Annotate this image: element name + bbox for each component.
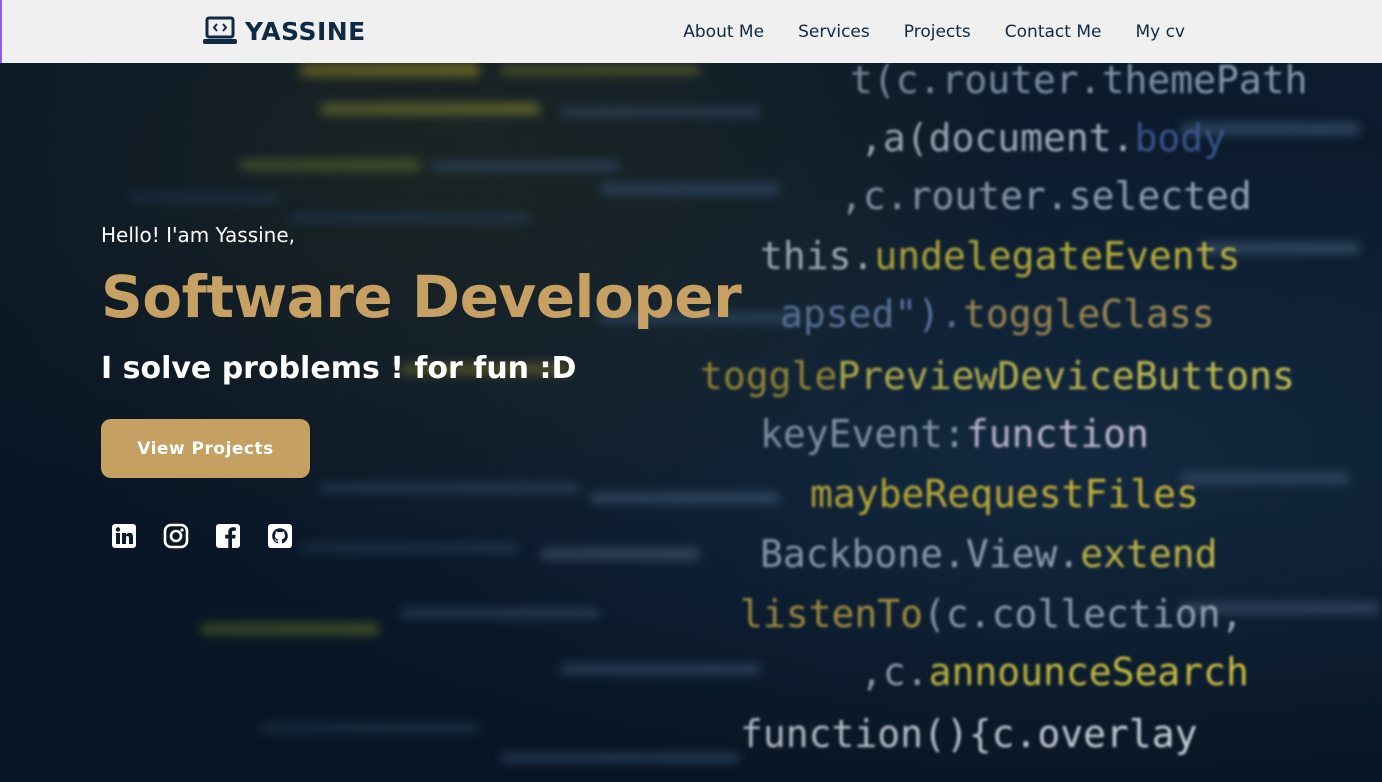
- hero-section: t(c.router.themePath ,a(document.body ,c…: [0, 63, 1382, 782]
- social-links: [111, 523, 293, 549]
- hero-greeting: Hello! I'am Yassine,: [101, 223, 296, 247]
- nav-item-contact-me[interactable]: Contact Me: [1005, 22, 1102, 42]
- nav-item-projects[interactable]: Projects: [904, 22, 971, 42]
- linkedin-icon[interactable]: [111, 523, 137, 549]
- view-projects-button[interactable]: View Projects: [101, 419, 310, 478]
- instagram-icon[interactable]: [163, 523, 189, 549]
- hero-tagline: I solve problems ! for fun :D: [101, 351, 577, 386]
- navbar: YASSINE About Me Services Projects Conta…: [0, 0, 1382, 63]
- main-nav: About Me Services Projects Contact Me My…: [683, 0, 1185, 63]
- facebook-icon[interactable]: [215, 523, 241, 549]
- brand-name: YASSINE: [245, 16, 366, 46]
- nav-item-my-cv[interactable]: My cv: [1135, 22, 1185, 42]
- nav-item-services[interactable]: Services: [798, 22, 870, 42]
- nav-item-about-me[interactable]: About Me: [683, 22, 764, 42]
- github-icon[interactable]: [267, 523, 293, 549]
- brand-logo[interactable]: YASSINE: [203, 14, 366, 48]
- hero-title: Software Developer: [101, 263, 742, 331]
- laptop-code-icon: [203, 16, 237, 44]
